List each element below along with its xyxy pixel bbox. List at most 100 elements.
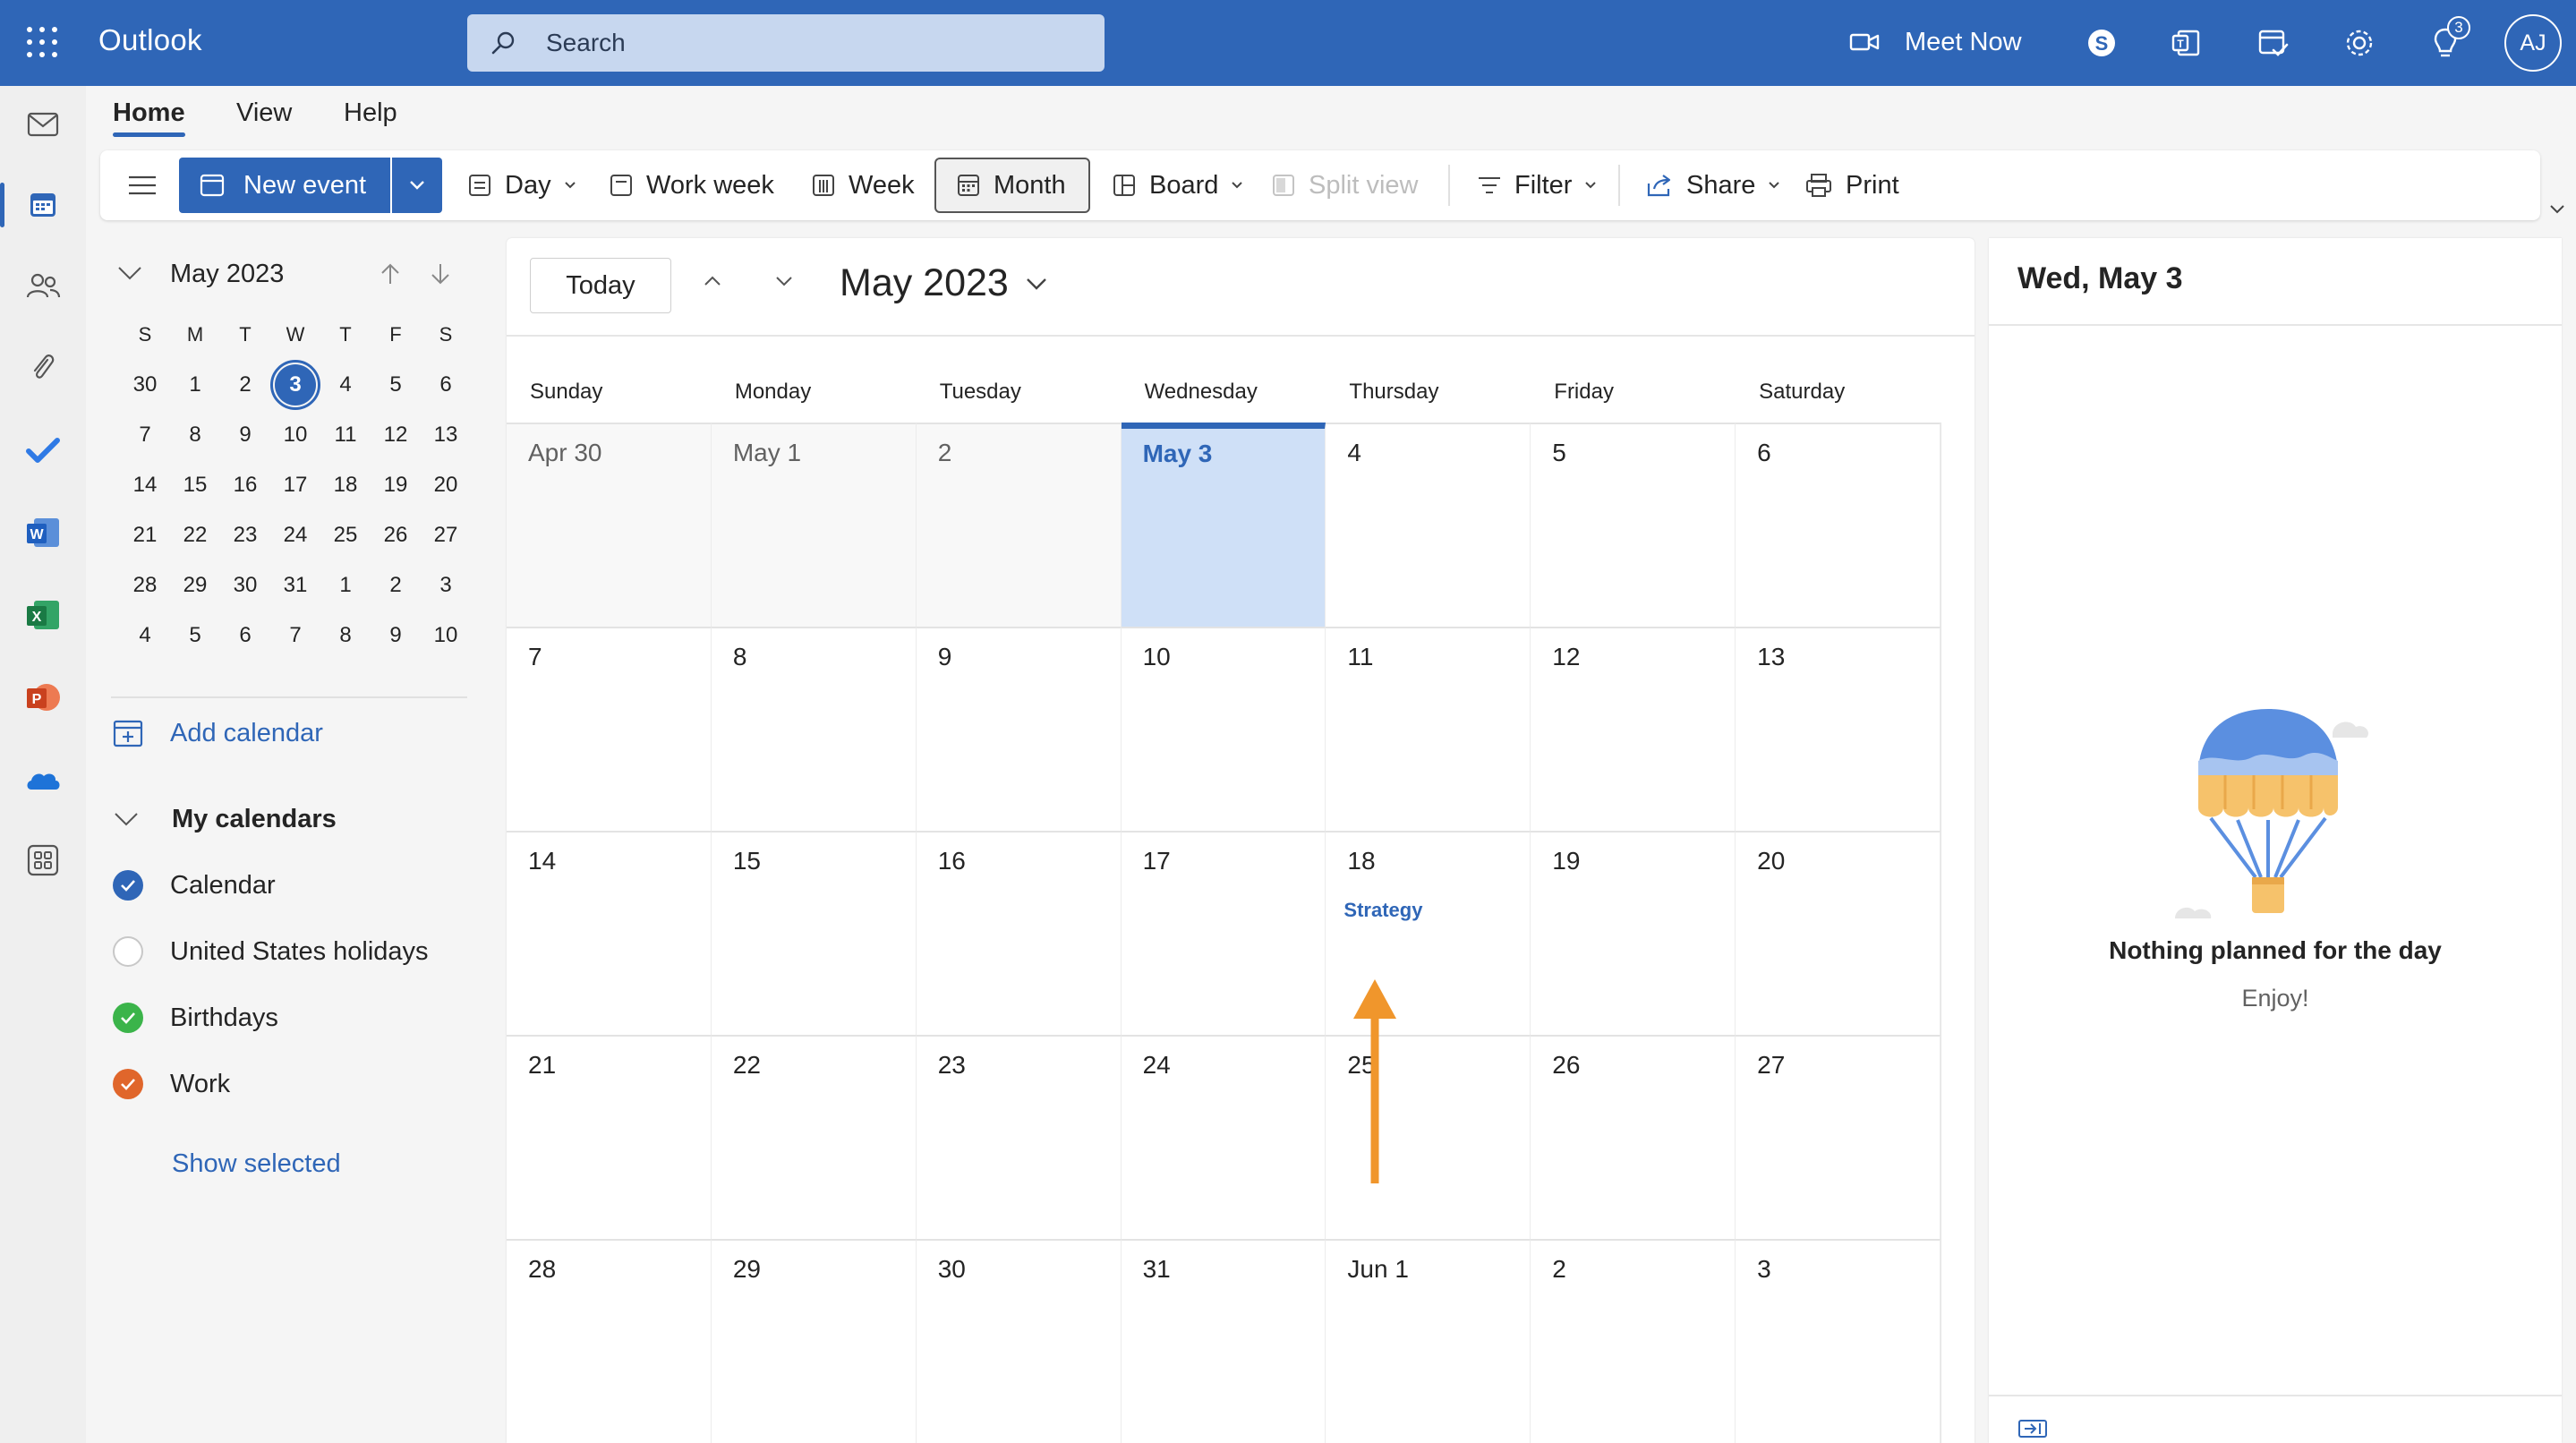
print-button[interactable]: Print [1804, 159, 1899, 211]
day-cell[interactable]: 6 [1736, 423, 1941, 627]
mini-calendar-day[interactable]: 3 [270, 360, 320, 410]
chevron-down-icon[interactable] [2547, 199, 2567, 218]
day-cell[interactable]: 19 [1531, 831, 1736, 1035]
app-launcher-icon[interactable] [27, 27, 57, 57]
tips-icon[interactable]: 3 [2426, 16, 2470, 63]
chevron-down-icon[interactable] [773, 270, 795, 292]
rail-more-apps[interactable] [0, 829, 86, 892]
calendar-item-birthdays[interactable]: Birthdays [113, 997, 278, 1038]
navigation-pane-toggle[interactable] [127, 159, 158, 211]
mini-calendar-day[interactable]: 5 [371, 360, 421, 410]
mini-calendar-day[interactable]: 4 [320, 360, 371, 410]
meet-now-button[interactable]: Meet Now [1849, 20, 2022, 64]
day-cell[interactable]: 23 [916, 1035, 1122, 1239]
day-cell[interactable]: 3 [1736, 1239, 1941, 1443]
mini-calendar-day[interactable]: 22 [170, 510, 220, 560]
day-cell[interactable]: 21 [507, 1035, 712, 1239]
mini-calendar-day[interactable]: 8 [170, 410, 220, 460]
new-event-button[interactable]: New event [179, 158, 390, 213]
mini-calendar-day[interactable]: 6 [220, 610, 270, 661]
mini-calendar-day[interactable]: 5 [170, 610, 220, 661]
new-event-dropdown[interactable] [392, 158, 442, 213]
mini-calendar-day[interactable]: 19 [371, 460, 421, 510]
work-week-view-button[interactable]: Work week [609, 159, 774, 211]
mini-calendar-day[interactable]: 15 [170, 460, 220, 510]
mini-calendar-day[interactable]: 2 [371, 560, 421, 610]
rail-people[interactable] [0, 254, 86, 317]
day-cell[interactable]: 10 [1121, 627, 1326, 831]
week-view-button[interactable]: Week [811, 159, 915, 211]
mini-calendar-day[interactable]: 4 [120, 610, 170, 661]
day-view-button[interactable]: Day [467, 159, 576, 211]
rail-powerpoint[interactable]: P [0, 666, 86, 729]
day-cell[interactable]: Apr 30 [507, 423, 712, 627]
calendar-item-calendar[interactable]: Calendar [113, 865, 276, 906]
filter-button[interactable]: Filter [1477, 159, 1597, 211]
day-cell[interactable]: 14 [507, 831, 712, 1035]
tab-home[interactable]: Home [113, 98, 185, 137]
day-cell[interactable]: May 3 [1121, 423, 1326, 627]
day-cell[interactable]: 26 [1531, 1035, 1736, 1239]
day-cell[interactable]: 30 [916, 1239, 1122, 1443]
skype-icon[interactable]: S [2082, 23, 2121, 63]
arrow-down-icon[interactable] [428, 261, 453, 286]
mini-calendar-day[interactable]: 7 [120, 410, 170, 460]
day-cell[interactable]: May 1 [711, 423, 917, 627]
rail-files[interactable] [0, 337, 86, 399]
app-title[interactable]: Outlook [98, 23, 202, 57]
mini-calendar-day[interactable]: 8 [320, 610, 371, 661]
day-cell[interactable]: 2 [916, 423, 1122, 627]
search-input[interactable] [546, 25, 1083, 61]
day-cell[interactable]: 16 [916, 831, 1122, 1035]
checkbox-checked-icon[interactable] [113, 870, 143, 901]
mini-calendar-day[interactable]: 1 [320, 560, 371, 610]
avatar[interactable]: AJ [2504, 14, 2562, 72]
mini-calendar-day[interactable]: 1 [170, 360, 220, 410]
mini-calendar-day[interactable]: 9 [220, 410, 270, 460]
my-calendars-header[interactable]: My calendars [113, 798, 337, 840]
mini-calendar-day[interactable]: 2 [220, 360, 270, 410]
day-cell[interactable]: 28 [507, 1239, 712, 1443]
mini-calendar-day[interactable]: 28 [120, 560, 170, 610]
day-cell[interactable]: 27 [1736, 1035, 1941, 1239]
mini-calendar-day[interactable]: 11 [320, 410, 371, 460]
calendar-event[interactable]: Strategy [1343, 899, 1422, 922]
mini-calendar-title[interactable]: May 2023 [170, 260, 284, 289]
day-cell[interactable]: 20 [1736, 831, 1941, 1035]
day-cell[interactable]: 9 [916, 627, 1122, 831]
day-cell[interactable]: 7 [507, 627, 712, 831]
day-cell[interactable]: 29 [711, 1239, 917, 1443]
split-view-button[interactable]: Split view [1271, 159, 1419, 211]
mini-calendar-day[interactable]: 31 [270, 560, 320, 610]
day-cell[interactable]: 2 [1531, 1239, 1736, 1443]
rail-mail[interactable] [0, 93, 86, 156]
day-cell[interactable]: 31 [1121, 1239, 1326, 1443]
mini-calendar-day[interactable]: 29 [170, 560, 220, 610]
day-cell[interactable]: 5 [1531, 423, 1736, 627]
search-box[interactable] [467, 14, 1105, 72]
arrow-up-icon[interactable] [378, 261, 403, 286]
mini-calendar-day[interactable]: 30 [120, 360, 170, 410]
add-calendar-button[interactable]: Add calendar [113, 713, 323, 754]
mini-calendar-day[interactable]: 27 [421, 510, 471, 560]
mini-calendar-day[interactable]: 14 [120, 460, 170, 510]
rail-onedrive[interactable] [0, 748, 86, 811]
mini-calendar-day[interactable]: 20 [421, 460, 471, 510]
month-title[interactable]: May 2023 [840, 261, 1048, 305]
day-cell[interactable]: 22 [711, 1035, 917, 1239]
my-day-icon[interactable] [2254, 23, 2293, 63]
mini-calendar-day[interactable]: 24 [270, 510, 320, 560]
tab-view[interactable]: View [236, 98, 292, 137]
day-cell[interactable]: 17 [1121, 831, 1326, 1035]
mini-calendar-day[interactable]: 10 [270, 410, 320, 460]
day-cell[interactable]: 12 [1531, 627, 1736, 831]
mini-calendar-day[interactable]: 9 [371, 610, 421, 661]
calendar-item-us-holidays[interactable]: United States holidays [113, 931, 429, 972]
tab-help[interactable]: Help [344, 98, 397, 137]
settings-icon[interactable] [2340, 23, 2379, 63]
mini-calendar-day[interactable]: 18 [320, 460, 371, 510]
mini-calendar-day[interactable]: 23 [220, 510, 270, 560]
checkbox-unchecked-icon[interactable] [113, 936, 143, 967]
calendar-item-work[interactable]: Work [113, 1063, 230, 1105]
mini-calendar-day[interactable]: 7 [270, 610, 320, 661]
